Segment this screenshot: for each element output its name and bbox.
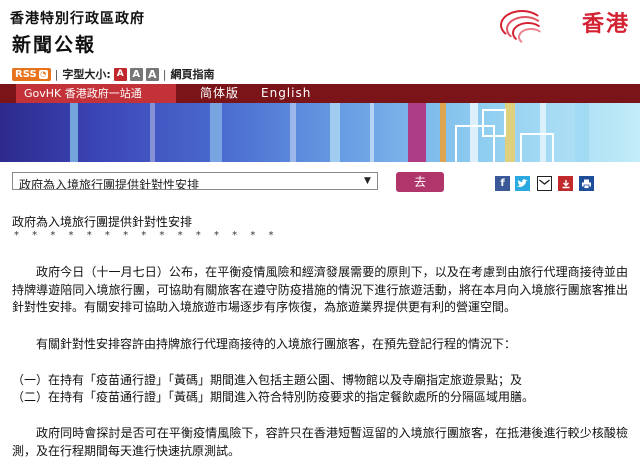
twitter-icon[interactable]	[515, 176, 530, 191]
article-paragraph: 政府同時會探討是否可在平衡疫情風險下，容許只在香港短暫逗留的入境旅行團旅客，在抵…	[12, 426, 628, 458]
government-name: 香港特別行政區政府	[10, 11, 145, 27]
font-size-label: 字型大小:	[62, 68, 111, 81]
article-list-item: （一）在持有「疫苗通行證」「黃碼」期間進入包括主題公園、博物館以及寺廟指定旅遊景…	[12, 373, 523, 387]
separator: |	[54, 67, 59, 81]
utility-toolbar: RSS ◔ | 字型大小: A A A | 網頁指南	[12, 66, 215, 82]
page-title: 新聞公報	[12, 34, 97, 56]
article-paragraph: 政府今日（十一月七日）公布，在平衡疫情風險和經濟發展需要的原則下，以及在考慮到由…	[12, 265, 628, 314]
font-size-medium-button[interactable]: A	[129, 67, 143, 81]
print-icon[interactable]	[579, 176, 594, 191]
topic-select[interactable]: 政府為入境旅行團提供針對性安排	[12, 172, 378, 190]
go-button[interactable]: 去	[396, 172, 444, 192]
article-list-item: （二）在持有「疫苗通行證」「黃碼」期間進入符合特別防疫要求的指定餐飲處所的分隔區…	[12, 390, 535, 404]
selected-topic: 政府為入境旅行團提供針對性安排	[19, 178, 200, 190]
rss-label: RSS	[15, 68, 37, 80]
separator: |	[162, 67, 167, 81]
govhk-link[interactable]: GovHK 香港政府一站通	[16, 84, 176, 103]
rss-button[interactable]: RSS ◔	[12, 67, 51, 81]
dropdown-arrow-icon[interactable]: ▼	[364, 176, 371, 186]
email-icon[interactable]	[537, 176, 552, 191]
whatsapp-icon[interactable]	[558, 176, 573, 191]
article-title: 政府為入境旅行團提供針對性安排	[12, 215, 193, 229]
brand-text: 香港	[581, 12, 630, 37]
decorative-banner	[0, 103, 640, 162]
rss-icon: ◔	[38, 69, 48, 79]
article-paragraph: 有關針對性安排容許由持牌旅行代理商接待的入境旅行團旅客，在預先登記行程的情況下：	[36, 337, 517, 351]
title-divider-stars: * * * * * * * * * * * * * * *	[14, 230, 279, 241]
font-size-small-button[interactable]: A	[113, 67, 127, 81]
brand-hong-kong-logo[interactable]: 香港	[496, 2, 636, 52]
font-size-large-button[interactable]: A	[145, 67, 159, 81]
facebook-icon[interactable]: f	[495, 176, 510, 191]
english-link[interactable]: English	[261, 84, 311, 103]
simplified-chinese-link[interactable]: 简体版	[200, 84, 239, 103]
web-guide-link[interactable]: 網頁指南	[171, 66, 215, 82]
